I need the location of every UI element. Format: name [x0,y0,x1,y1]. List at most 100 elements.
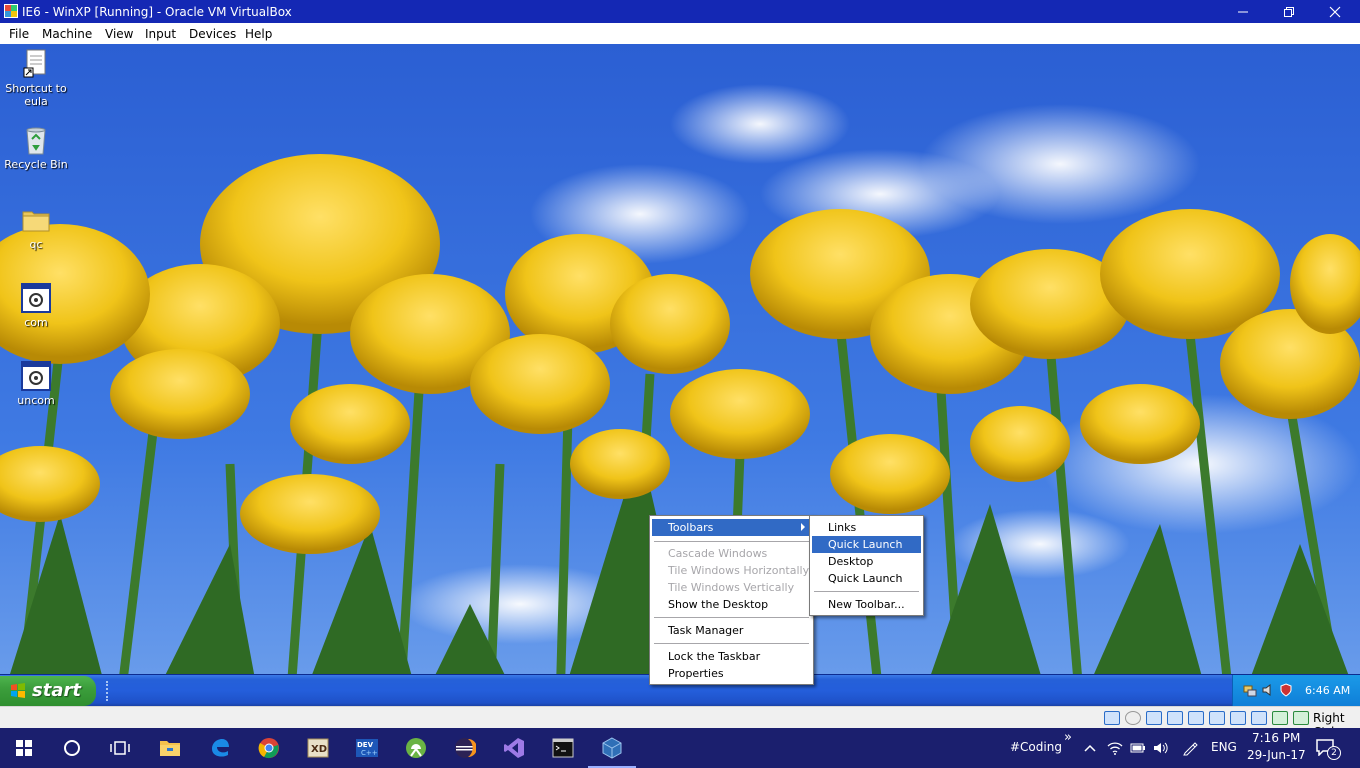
menu-item-lock-taskbar[interactable]: Lock the Taskbar [652,648,811,665]
menu-help[interactable]: Help [245,27,272,41]
virtualbox-app-icon [4,4,18,18]
menu-item-label: Properties [668,667,724,680]
svg-text:C++: C++ [361,749,378,757]
menu-item-task-manager[interactable]: Task Manager [652,622,811,639]
taskbar-app-dev-cpp[interactable]: DEV C++ [343,728,391,768]
restore-button[interactable] [1266,0,1312,23]
windows-flag-icon [11,683,25,698]
taskbar-grip[interactable] [106,681,110,701]
desktop-icon-label: uncom [17,394,55,407]
menu-view[interactable]: View [105,27,133,41]
dev-cpp-icon: DEVC++ [356,739,378,757]
usb-status-icon[interactable] [1167,711,1183,725]
wifi-icon[interactable] [1107,740,1123,756]
executable-icon [20,282,52,314]
command-prompt-icon [552,738,574,758]
minimize-icon [1238,11,1248,12]
toolbars-submenu: Links Quick Launch Desktop Quick Launch … [809,515,924,616]
start-button[interactable]: start [0,676,96,706]
menu-item-label: Tile Windows Horizontally [668,564,810,577]
virtualbox-title-bar: IE6 - WinXP [Running] - Oracle VM Virtua… [0,0,1360,23]
svg-text:XD: XD [311,744,327,755]
video-capture-status-icon[interactable] [1230,711,1246,725]
taskbar-app-eclipse[interactable] [441,728,489,768]
submenu-item-links[interactable]: Links [812,519,921,536]
coding-toolbar-label[interactable]: #Coding [1010,740,1062,754]
desktop-icon-label: Shortcut to [5,82,67,95]
submenu-item-quick-launch[interactable]: Quick Launch [812,536,921,553]
menu-item-show-desktop[interactable]: Show the Desktop [652,596,811,613]
menu-file[interactable]: File [9,27,29,41]
network-status-icon[interactable] [1146,711,1162,725]
menu-item-cascade-windows[interactable]: Cascade Windows [652,545,811,562]
close-button[interactable] [1312,0,1358,23]
taskbar-app-visual-studio[interactable] [490,728,538,768]
menu-item-label: Desktop [828,555,874,568]
desktop-icon-label: qc [29,238,43,251]
taskbar-app-file-explorer[interactable] [146,728,194,768]
display-status-icon[interactable] [1209,711,1225,725]
host-clock-time[interactable]: 7:16 PM [1252,731,1300,745]
security-tray-icon[interactable] [1279,683,1293,697]
pen-icon[interactable] [1182,740,1198,756]
menu-item-label: Quick Launch [828,538,903,551]
minimize-button[interactable] [1220,0,1266,23]
cortana-button[interactable] [48,728,96,768]
submenu-arrow-icon [801,523,805,531]
desktop-icon-recycle-bin[interactable]: Recycle Bin [0,124,72,171]
xp-clock[interactable]: 6:46 AM [1305,684,1350,697]
keyboard-status-icon[interactable] [1293,711,1309,725]
host-clock-date[interactable]: 29-Jun-17 [1247,748,1306,762]
menu-item-label: New Toolbar... [828,598,905,611]
submenu-item-desktop[interactable]: Desktop [812,553,921,570]
menu-item-properties[interactable]: Properties [652,665,811,682]
mouse-integration-status-icon[interactable] [1272,711,1288,725]
menu-separator [654,643,809,644]
start-label: start [32,680,81,701]
menu-item-toolbars[interactable]: Toolbars [652,519,811,536]
taskbar-app-edge[interactable] [196,728,244,768]
host-start-button[interactable] [0,728,48,768]
menu-item-tile-horizontally[interactable]: Tile Windows Horizontally [652,562,811,579]
task-view-button[interactable] [96,728,144,768]
taskbar-app-command-prompt[interactable] [539,728,587,768]
menu-item-label: Task Manager [668,624,744,637]
menu-devices[interactable]: Devices [189,27,236,41]
menu-item-label: Cascade Windows [668,547,768,560]
host-taskbar: XD DEV C++ #Coding » ENG 7:16 PM 29-Jun-1… [0,728,1360,768]
window-title: IE6 - WinXP [Running] - Oracle VM Virtua… [22,5,292,19]
recycle-bin-icon [20,124,52,156]
hard-disk-status-icon[interactable] [1104,711,1120,725]
taskbar-app-virtualbox[interactable] [588,728,636,768]
toolbar-overflow-chevron[interactable]: » [1064,730,1072,745]
taskbar-app-android-studio[interactable] [392,728,440,768]
taskbar-app-chrome[interactable] [245,728,293,768]
action-center-button[interactable]: 2 [1315,738,1343,760]
language-indicator[interactable]: ENG [1211,740,1237,754]
taskbar-context-menu: Toolbars Cascade Windows Tile Windows Ho… [649,515,814,685]
battery-icon[interactable] [1130,740,1146,756]
folder-icon [20,204,52,236]
submenu-item-quick-launch-2[interactable]: Quick Launch [812,570,921,587]
menu-item-tile-vertically[interactable]: Tile Windows Vertically [652,579,811,596]
shared-folders-status-icon[interactable] [1188,711,1204,725]
desktop-icon-shortcut-eula[interactable]: Shortcut to eula [0,48,72,108]
cpu-status-icon[interactable] [1251,711,1267,725]
taskbar-app-adobe-xd[interactable]: XD [294,728,342,768]
menu-input[interactable]: Input [145,27,176,41]
desktop-icon-qc[interactable]: qc [0,204,72,251]
chevron-up-icon[interactable] [1082,740,1098,756]
speaker-tray-icon[interactable] [1261,683,1275,697]
file-explorer-icon [160,741,180,756]
android-studio-icon [406,738,426,758]
svg-text:DEV: DEV [357,741,374,749]
menu-machine[interactable]: Machine [42,27,92,41]
guest-screen: Shortcut to eula Recycle Bin qc com unco… [0,44,1360,706]
optical-drive-status-icon[interactable] [1125,711,1141,725]
network-tray-icon[interactable] [1243,683,1257,697]
volume-icon[interactable] [1153,740,1169,756]
desktop-icon-uncom[interactable]: uncom [0,360,72,407]
submenu-item-new-toolbar[interactable]: New Toolbar... [812,596,921,613]
desktop-icon-com[interactable]: com [0,282,72,329]
edge-icon [212,739,229,757]
